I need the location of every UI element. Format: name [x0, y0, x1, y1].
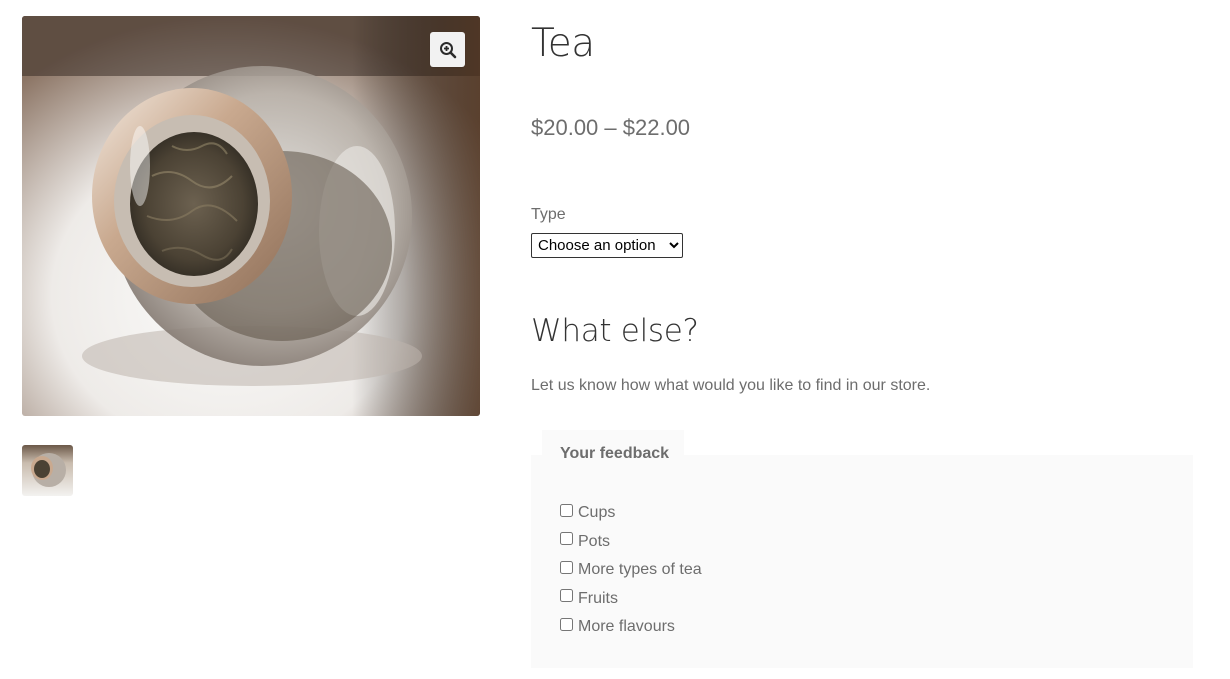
product-title: Tea — [531, 21, 595, 66]
pots-label: Pots — [578, 532, 611, 550]
tea-jar-thumbnail-image — [22, 445, 73, 496]
more-types-of-tea-label: More types of tea — [578, 561, 702, 579]
feedback-option-more-types-of-tea[interactable]: More types of tea — [559, 556, 702, 585]
pots-checkbox[interactable] — [560, 532, 573, 546]
zoom-button[interactable] — [430, 32, 465, 67]
more-flavours-label: More flavours — [578, 618, 675, 636]
what-else-heading: What else? — [531, 313, 699, 349]
cups-checkbox[interactable] — [560, 503, 573, 517]
product-thumbnail[interactable] — [22, 445, 73, 496]
feedback-option-cups[interactable]: Cups — [559, 499, 702, 528]
zoom-in-icon — [439, 41, 456, 58]
cups-label: Cups — [578, 504, 616, 522]
what-else-description: Let us know how what would you like to f… — [531, 377, 931, 394]
feedback-legend: Your feedback — [560, 445, 670, 462]
more-types-of-tea-checkbox[interactable] — [560, 560, 573, 574]
product-price-range: $20.00 – $22.00 — [531, 115, 691, 140]
feedback-option-pots[interactable]: Pots — [559, 528, 702, 557]
feedback-option-fruits[interactable]: Fruits — [559, 585, 702, 614]
fruits-checkbox[interactable] — [560, 589, 573, 603]
feedback-options-list: Cups Pots More types of tea Fruits More … — [559, 499, 702, 642]
fruits-label: Fruits — [578, 589, 618, 607]
feedback-option-more-flavours[interactable]: More flavours — [559, 613, 702, 642]
product-main-image[interactable] — [22, 16, 480, 416]
tea-jar-photo — [22, 16, 480, 416]
more-flavours-checkbox[interactable] — [560, 617, 573, 631]
type-select[interactable]: Choose an option — [531, 233, 683, 258]
type-label: Type — [531, 206, 566, 223]
